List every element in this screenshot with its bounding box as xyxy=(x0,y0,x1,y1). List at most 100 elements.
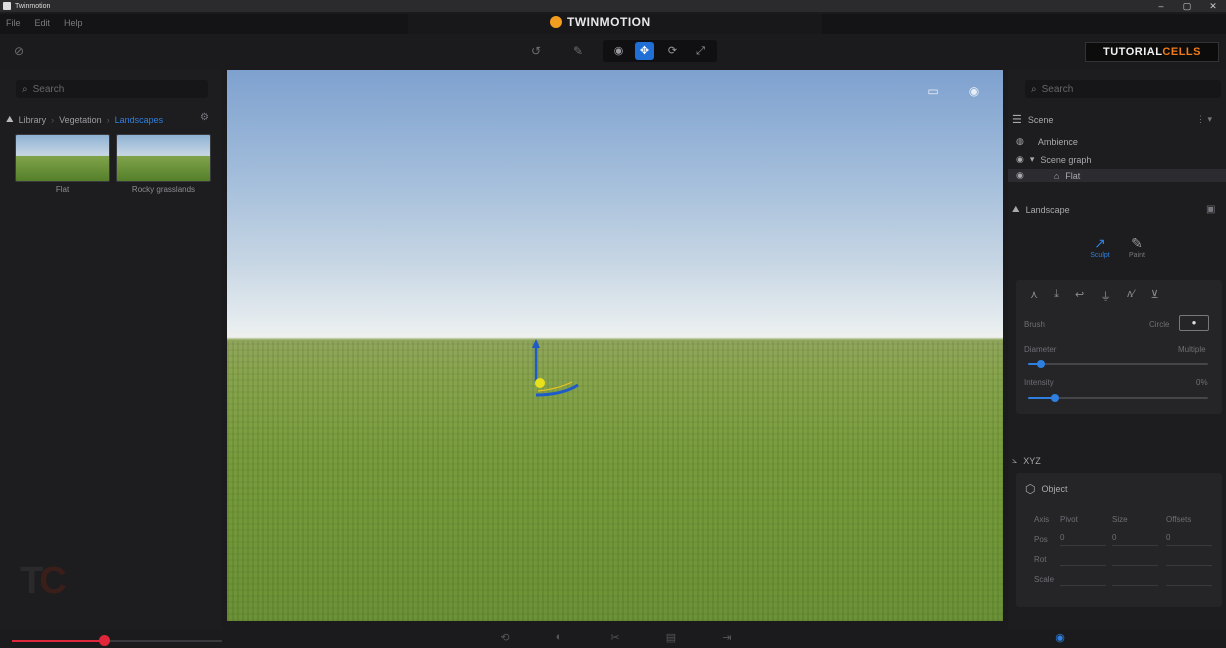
slider-label: Diameter xyxy=(1024,345,1057,354)
twinmotion-logo-icon xyxy=(550,16,562,28)
minimize-button[interactable]: – xyxy=(1148,0,1174,12)
object-header: ⬡ Object xyxy=(1025,482,1068,496)
landscape-title: Landscape xyxy=(1025,204,1070,215)
scene-item-scene-graph[interactable]: ◉ ▾ Scene graph xyxy=(1016,154,1091,165)
mode-label: Paint xyxy=(1129,252,1145,259)
intensity-knob[interactable] xyxy=(1051,394,1059,402)
settings-gear-icon[interactable]: ⚙ xyxy=(200,112,209,123)
scene-item-label: Ambience xyxy=(1037,136,1078,147)
camera-views-icon[interactable]: ▭ xyxy=(923,84,943,98)
paint-brush-icon: ✎ xyxy=(1131,235,1143,251)
pos-y-field[interactable]: 0 xyxy=(1112,533,1158,546)
menu-edit[interactable]: Edit xyxy=(35,18,51,28)
cube-icon: ⬡ xyxy=(1025,482,1036,496)
landscape-item-icon: ⌂ xyxy=(1053,170,1060,181)
breadcrumb-library[interactable]: Library xyxy=(19,115,47,125)
rot-x-field[interactable] xyxy=(1060,553,1106,566)
brush-label: Brush xyxy=(1024,320,1045,329)
scale-z-field[interactable] xyxy=(1166,573,1212,586)
eyedropper-icon[interactable]: ✎ xyxy=(570,43,586,59)
landscape-icon: ⛰ xyxy=(1012,204,1020,214)
xyz-header-axis: Axis xyxy=(1034,515,1050,524)
rotate-icon[interactable]: ⟳ xyxy=(663,42,682,60)
rot-z-field[interactable] xyxy=(1166,553,1212,566)
export-icon[interactable]: ⇥ xyxy=(719,631,735,645)
brush-tools: ⋏ ⤓ ↩ ⏚ ʌ⁄ ⊻ xyxy=(1030,288,1159,304)
xyz-header-size[interactable]: Size xyxy=(1112,515,1128,524)
window-controls: – ▢ ✕ xyxy=(1148,0,1226,12)
slider-label: Intensity xyxy=(1024,378,1054,387)
view-mode-icon[interactable]: ◉ xyxy=(1052,631,1068,645)
timeline-progress xyxy=(12,640,105,642)
library-item-label: Rocky grasslands xyxy=(131,185,196,194)
breadcrumb-vegetation[interactable]: Vegetation xyxy=(59,115,102,125)
configure-icon[interactable]: ✂ xyxy=(607,631,623,645)
menu-items: File Edit Help xyxy=(6,18,83,28)
timeline-knob[interactable] xyxy=(99,635,110,646)
transform-tools: ◉ ✥ ⟳ ⤢ xyxy=(603,40,717,62)
select-icon[interactable]: ◉ xyxy=(609,42,628,60)
axis-icon: ⦣ xyxy=(1012,455,1018,465)
library-search[interactable]: ⌕ Search xyxy=(16,80,208,98)
3d-viewport[interactable]: ▭ ◉ xyxy=(227,70,1003,621)
search-icon: ⌕ xyxy=(1031,83,1037,95)
noise-icon[interactable]: ʌ⁄ xyxy=(1127,288,1134,304)
xyz-title: XYZ xyxy=(1023,455,1041,466)
pos-z-field[interactable]: 0 xyxy=(1166,533,1212,546)
lower-icon[interactable]: ⤓ xyxy=(1054,288,1059,304)
visibility-eye-icon[interactable]: ◉ xyxy=(964,84,984,98)
search-icon: ⌕ xyxy=(22,83,28,95)
brand: TWINMOTION xyxy=(550,15,651,29)
pos-x-field[interactable]: 0 xyxy=(1060,533,1106,546)
import-icon[interactable]: ⟲ xyxy=(497,631,513,645)
library-search-placeholder: Search xyxy=(32,83,65,95)
object-title: Object xyxy=(1041,484,1068,494)
scene-item-ambience[interactable]: ◍ Ambience xyxy=(1016,136,1078,147)
xyz-header-pivot[interactable]: Pivot xyxy=(1060,515,1078,524)
tc-watermark-logo: TC xyxy=(20,560,67,602)
mode-paint[interactable]: ✎ Paint xyxy=(1123,235,1151,259)
mode-sculpt[interactable]: ↗ Sculpt xyxy=(1086,235,1114,259)
scene-options-icon[interactable]: ⋮ ▾ xyxy=(1196,114,1212,125)
scene-title: Scene xyxy=(1027,114,1054,125)
library-icon: ⛰ xyxy=(6,114,14,124)
scene-search-placeholder: Search xyxy=(1041,83,1074,95)
sculpt-icon: ↗ xyxy=(1094,235,1106,251)
ramp-icon[interactable]: ⊻ xyxy=(1151,288,1159,304)
smooth-icon[interactable]: ↩ xyxy=(1075,288,1084,304)
collapse-panel-icon[interactable]: ▣ xyxy=(1206,204,1215,215)
close-button[interactable]: ✕ xyxy=(1200,0,1226,12)
brush-shape-button[interactable]: ● xyxy=(1179,315,1209,331)
scene-search[interactable]: ⌕ Search xyxy=(1025,80,1221,98)
scale-y-field[interactable] xyxy=(1112,573,1158,586)
menu-file[interactable]: File xyxy=(6,18,21,28)
flatten-icon[interactable]: ⏚ xyxy=(1100,288,1111,304)
eye-icon: ◉ xyxy=(1016,170,1024,180)
landscape-header: ⛰ Landscape xyxy=(1012,204,1070,215)
list-icon: ☰ xyxy=(1012,114,1022,126)
xyz-header: ⦣ XYZ xyxy=(1012,455,1041,466)
library-item-flat[interactable] xyxy=(15,134,110,182)
breadcrumb-landscapes[interactable]: Landscapes xyxy=(115,115,164,125)
scale-x-field[interactable] xyxy=(1060,573,1106,586)
media-icon[interactable]: ▤ xyxy=(663,631,679,645)
undo-icon[interactable]: ↺ xyxy=(528,43,544,59)
context-icon[interactable]: ◐ xyxy=(551,631,567,645)
library-item-rocky-grasslands[interactable] xyxy=(116,134,211,182)
breadcrumb: ⛰ Library › Vegetation › Landscapes xyxy=(6,114,164,125)
check-circle-icon[interactable]: ⊘ xyxy=(11,43,27,59)
diameter-knob[interactable] xyxy=(1036,360,1045,368)
move-icon[interactable]: ✥ xyxy=(635,42,654,60)
mode-label: Sculpt xyxy=(1090,252,1110,259)
diameter-slider[interactable] xyxy=(1028,363,1208,365)
chevron-down-icon: ▾ xyxy=(1029,154,1035,164)
rot-y-field[interactable] xyxy=(1112,553,1158,566)
raise-icon[interactable]: ⋏ xyxy=(1030,288,1038,304)
globe-icon: ◍ xyxy=(1016,136,1024,146)
scale-icon[interactable]: ⤢ xyxy=(691,42,710,60)
xyz-header-offsets[interactable]: Offsets xyxy=(1166,515,1191,524)
maximize-button[interactable]: ▢ xyxy=(1174,0,1200,12)
scene-item-flat[interactable]: ◉ ⌂ Flat xyxy=(1008,169,1226,182)
menu-help[interactable]: Help xyxy=(64,18,83,28)
move-gizmo-icon[interactable] xyxy=(522,335,592,405)
